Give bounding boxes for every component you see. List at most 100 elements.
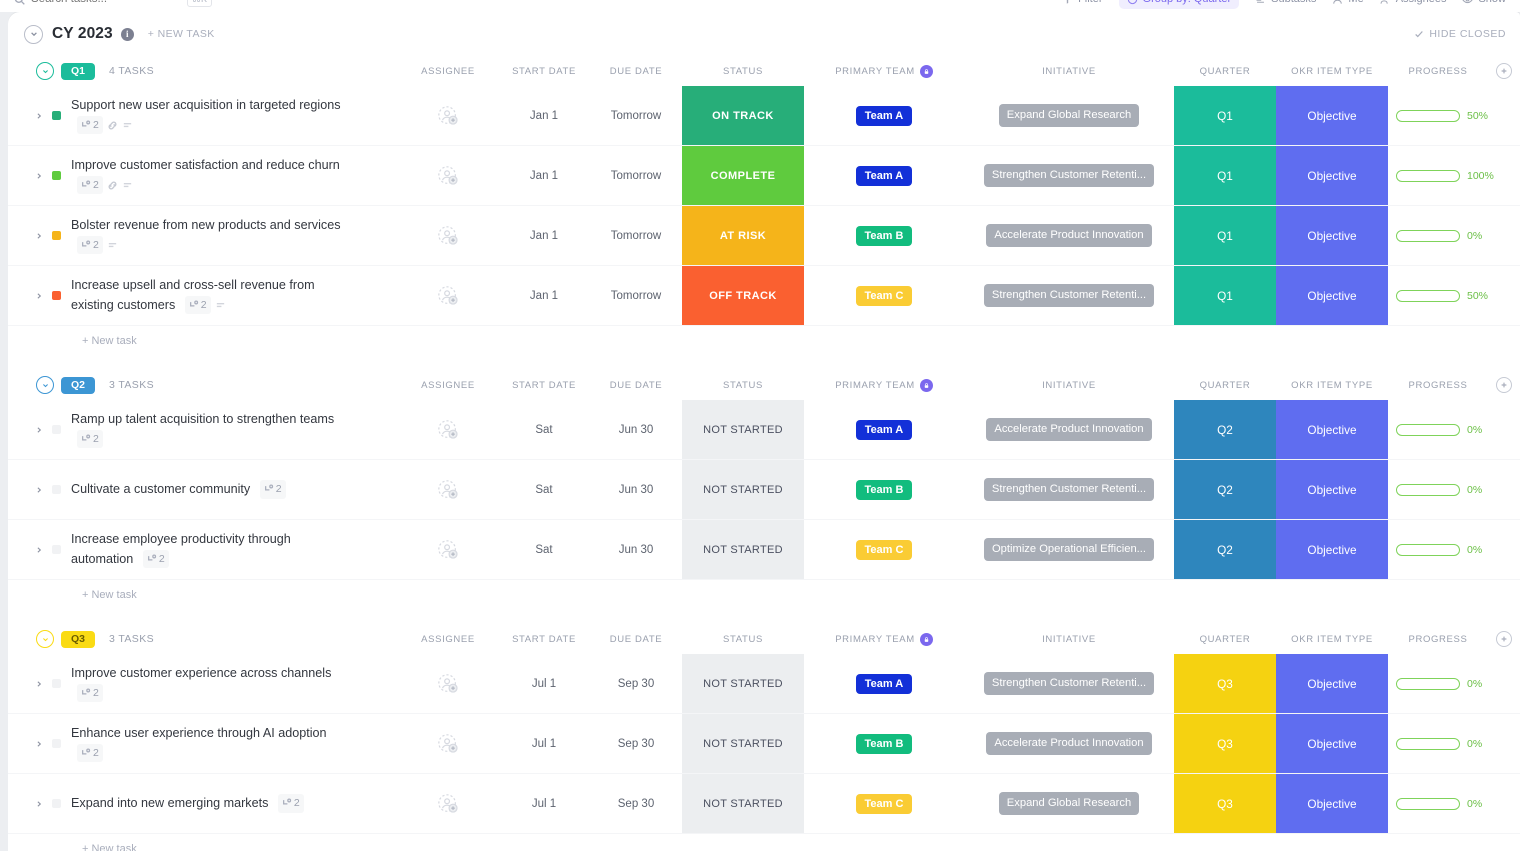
progress-cell[interactable]: 0% — [1388, 520, 1488, 579]
link-icon[interactable] — [107, 120, 118, 131]
progress-bar[interactable]: 0% — [1388, 543, 1488, 556]
priority-indicator[interactable] — [52, 111, 61, 120]
okr-item-type-cell[interactable]: Objective — [1276, 206, 1388, 265]
subtask-count-chip[interactable]: 2 — [77, 743, 103, 763]
okr-item-type-cell[interactable]: Objective — [1276, 86, 1388, 145]
status-cell[interactable]: COMPLETE — [682, 146, 804, 205]
table-row[interactable]: Improve customer satisfaction and reduce… — [8, 146, 1520, 206]
progress-bar[interactable]: 100% — [1388, 169, 1494, 182]
column-header-status[interactable]: STATUS — [682, 66, 804, 77]
subtask-count-chip[interactable]: 2 — [77, 429, 103, 449]
task-name-cell[interactable]: Cultivate a customer community 2 — [8, 460, 398, 519]
table-row[interactable]: Bolster revenue from new products and se… — [8, 206, 1520, 266]
description-icon[interactable] — [215, 300, 226, 311]
status-cell[interactable]: NOT STARTED — [682, 714, 804, 773]
task-name-cell[interactable]: Improve customer experience across chann… — [8, 654, 398, 713]
column-header-progress[interactable]: PROGRESS — [1388, 66, 1488, 77]
new-task-button[interactable]: + NEW TASK — [148, 28, 215, 40]
due-date-cell[interactable]: Tomorrow — [590, 86, 682, 145]
subtask-count-chip[interactable]: 2 — [184, 295, 211, 315]
table-row[interactable]: Increase employee productivity through a… — [8, 520, 1520, 580]
priority-indicator[interactable] — [52, 425, 61, 434]
column-header-type[interactable]: OKR ITEM TYPE — [1276, 380, 1388, 391]
search-input[interactable] — [31, 0, 181, 5]
start-date-cell[interactable]: Jul 1 — [498, 774, 590, 833]
primary-team-cell[interactable]: Team C — [804, 266, 964, 325]
collapse-group-chevron-down-icon[interactable] — [36, 62, 54, 80]
quarter-cell[interactable]: Q1 — [1174, 86, 1276, 145]
assignee-cell[interactable] — [398, 774, 498, 833]
avatar-placeholder-icon[interactable] — [437, 285, 459, 307]
initiative-cell[interactable]: Expand Global Research — [964, 86, 1174, 145]
expand-task-chevron-right-icon[interactable] — [36, 546, 46, 554]
expand-task-chevron-right-icon[interactable] — [36, 232, 46, 240]
initiative-cell[interactable]: Strengthen Customer Retenti... — [964, 460, 1174, 519]
initiative-cell[interactable]: Strengthen Customer Retenti... — [964, 146, 1174, 205]
group-header-q2[interactable]: Q2 3 TASKS ASSIGNEE START DATE DUE DATE STA… — [8, 370, 1520, 400]
add-task-in-group[interactable]: + New task — [8, 580, 1520, 610]
assignee-cell[interactable] — [398, 400, 498, 459]
start-date-cell[interactable]: Jan 1 — [498, 86, 590, 145]
table-row[interactable]: Increase upsell and cross-sell revenue f… — [8, 266, 1520, 326]
column-header-init[interactable]: INITIATIVE — [964, 634, 1174, 645]
avatar-placeholder-icon[interactable] — [437, 673, 459, 695]
start-date-cell[interactable]: Jul 1 — [498, 714, 590, 773]
column-header-quarter[interactable]: QUARTER — [1174, 634, 1276, 645]
initiative-cell[interactable]: Accelerate Product Innovation — [964, 206, 1174, 265]
table-row[interactable]: Ramp up talent acquisition to strengthen… — [8, 400, 1520, 460]
okr-item-type-cell[interactable]: Objective — [1276, 774, 1388, 833]
column-header-due[interactable]: DUE DATE — [590, 380, 682, 391]
primary-team-cell[interactable]: Team B — [804, 206, 964, 265]
column-header-init[interactable]: INITIATIVE — [964, 380, 1174, 391]
task-name-cell[interactable]: Bolster revenue from new products and se… — [8, 206, 398, 265]
table-row[interactable]: Expand into new emerging markets 2 Jul 1 — [8, 774, 1520, 834]
due-date-cell[interactable]: Sep 30 — [590, 654, 682, 713]
due-date-cell[interactable]: Sep 30 — [590, 774, 682, 833]
primary-team-cell[interactable]: Team B — [804, 460, 964, 519]
subtask-count-chip[interactable]: 2 — [277, 793, 304, 813]
toolbar-subtasks[interactable]: Subtasks — [1255, 0, 1316, 5]
progress-cell[interactable]: 100% — [1388, 146, 1494, 205]
primary-team-cell[interactable]: Team A — [804, 654, 964, 713]
avatar-placeholder-icon[interactable] — [437, 105, 459, 127]
avatar-placeholder-icon[interactable] — [437, 225, 459, 247]
column-header-due[interactable]: DUE DATE — [590, 66, 682, 77]
avatar-placeholder-icon[interactable] — [437, 479, 459, 501]
quarter-cell[interactable]: Q2 — [1174, 400, 1276, 459]
add-task-in-group[interactable]: + New task — [8, 326, 1520, 356]
column-header-start[interactable]: START DATE — [498, 634, 590, 645]
initiative-cell[interactable]: Expand Global Research — [964, 774, 1174, 833]
column-header-init[interactable]: INITIATIVE — [964, 66, 1174, 77]
status-cell[interactable]: NOT STARTED — [682, 774, 804, 833]
add-column-button[interactable] — [1488, 631, 1520, 647]
column-header-status[interactable]: STATUS — [682, 380, 804, 391]
assignee-cell[interactable] — [398, 520, 498, 579]
quarter-cell[interactable]: Q1 — [1174, 206, 1276, 265]
description-icon[interactable] — [122, 180, 133, 191]
column-header-team[interactable]: PRIMARY TEAM — [804, 378, 964, 392]
collapse-group-chevron-down-icon[interactable] — [36, 376, 54, 394]
hide-closed-toggle[interactable]: HIDE CLOSED — [1414, 28, 1506, 40]
start-date-cell[interactable]: Sat — [498, 400, 590, 459]
expand-task-chevron-right-icon[interactable] — [36, 426, 46, 434]
okr-item-type-cell[interactable]: Objective — [1276, 460, 1388, 519]
column-header-type[interactable]: OKR ITEM TYPE — [1276, 634, 1388, 645]
column-header-team[interactable]: PRIMARY TEAM — [804, 64, 964, 78]
progress-cell[interactable]: 0% — [1388, 400, 1488, 459]
column-header-type[interactable]: OKR ITEM TYPE — [1276, 66, 1388, 77]
progress-cell[interactable]: 50% — [1388, 266, 1488, 325]
subtask-count-chip[interactable]: 2 — [259, 479, 286, 499]
avatar-placeholder-icon[interactable] — [437, 733, 459, 755]
column-header-quarter[interactable]: QUARTER — [1174, 66, 1276, 77]
status-cell[interactable]: AT RISK — [682, 206, 804, 265]
task-name-cell[interactable]: Improve customer satisfaction and reduce… — [8, 146, 398, 205]
primary-team-cell[interactable]: Team C — [804, 774, 964, 833]
table-row[interactable]: Improve customer experience across chann… — [8, 654, 1520, 714]
expand-task-chevron-right-icon[interactable] — [36, 486, 46, 494]
due-date-cell[interactable]: Sep 30 — [590, 714, 682, 773]
toolbar-me[interactable]: Me — [1332, 0, 1364, 5]
due-date-cell[interactable]: Tomorrow — [590, 146, 682, 205]
description-icon[interactable] — [107, 240, 118, 251]
priority-indicator[interactable] — [52, 231, 61, 240]
quarter-cell[interactable]: Q1 — [1174, 146, 1276, 205]
